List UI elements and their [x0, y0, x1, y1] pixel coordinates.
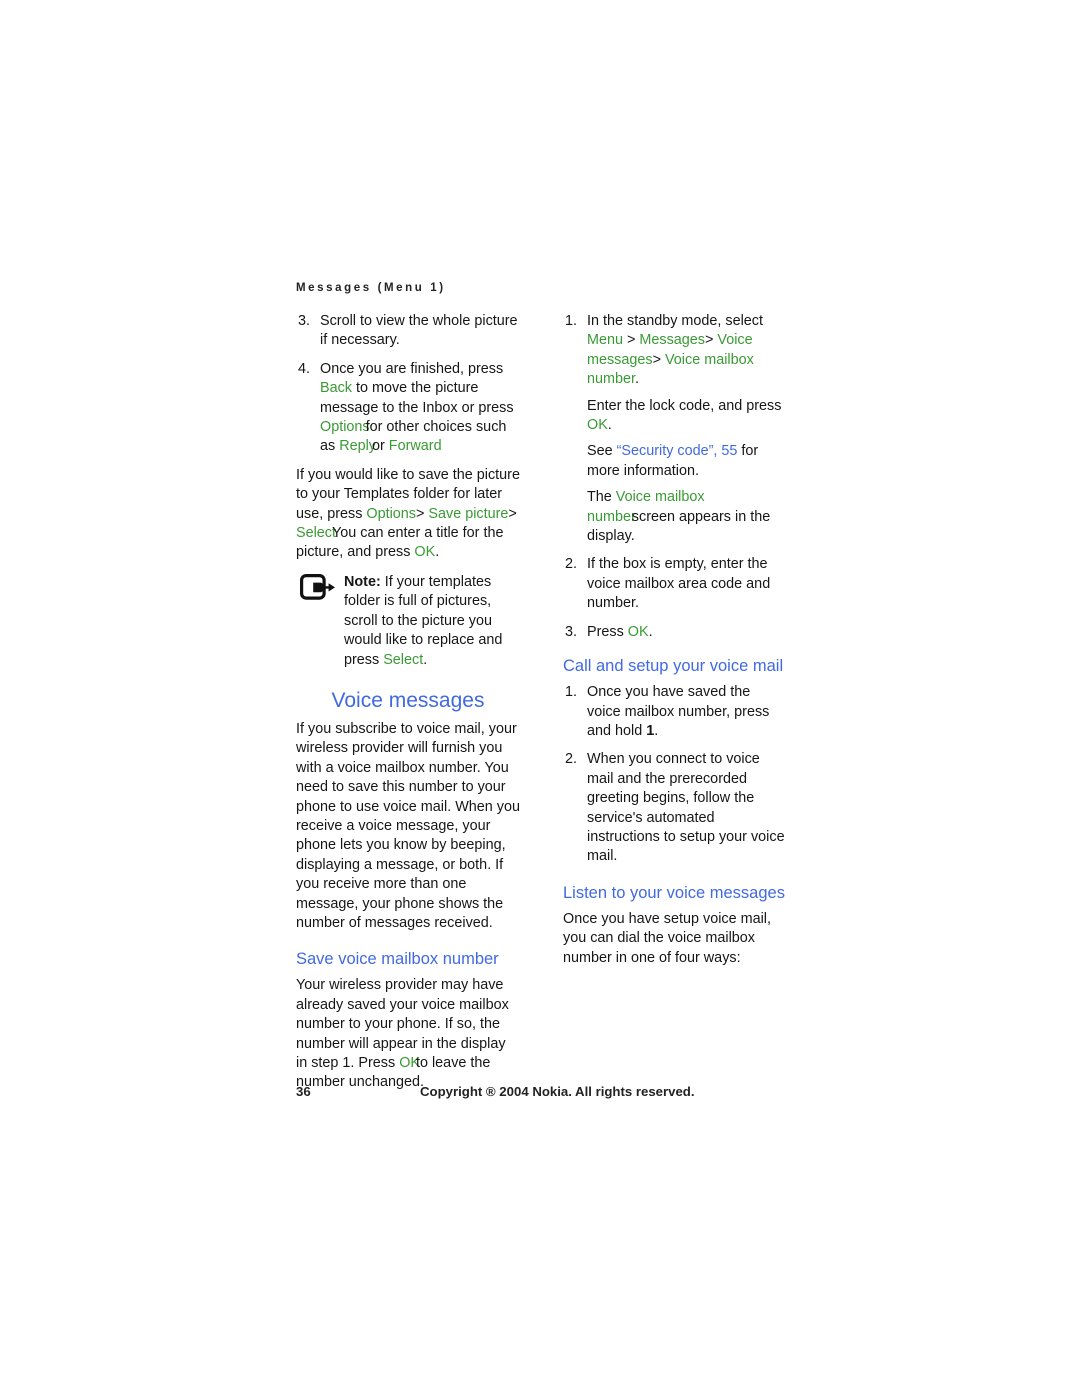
heading-listen-to-your-voice-messages: Listen to your voice messages [563, 883, 785, 902]
paragraph-save-picture: If you would like to save the picture to… [296, 466, 520, 563]
list-item: 2. If the box is empty, enter the voice … [563, 555, 787, 613]
text-run: Enter the lock code, and press [587, 397, 782, 414]
note-block: Note: If your templates folder is full o… [296, 573, 520, 670]
text-run: Scroll to view the whole picture if nece… [320, 313, 518, 349]
heading-voice-messages: Voice messages [331, 688, 485, 712]
ui-term: Forward [388, 438, 442, 455]
document-page: Messages (Menu 1) 3. Scroll to view the … [0, 0, 1080, 1397]
ui-term: Menu [587, 332, 623, 349]
cross-reference-link[interactable]: “Security code”, 55 [617, 443, 738, 459]
two-column-body: 3. Scroll to view the whole picture if n… [296, 312, 786, 1101]
list-item-subparagraph: The Voice mailbox numberscreen appears i… [587, 488, 787, 546]
text-run: Once you are finished, press [320, 360, 504, 377]
text-run: When you connect to voice mail and the p… [587, 751, 785, 865]
text-run: > [508, 505, 517, 522]
ui-term: Options [366, 505, 416, 522]
text-run: . [423, 651, 428, 668]
note-text: Note: If your templates folder is full o… [344, 574, 502, 668]
list-item: 3. Scroll to view the whole picture if n… [296, 312, 520, 351]
copyright-notice: Copyright ® 2004 Nokia. All rights reser… [420, 1084, 695, 1099]
ui-term: Back [320, 380, 352, 397]
text-run: Once you have saved the voice mailbox nu… [587, 684, 770, 739]
text-run: > [705, 332, 718, 349]
note-hand-pointer-icon [300, 573, 340, 600]
text-run: . [648, 623, 653, 640]
text-run: . [607, 417, 612, 434]
list-item-number: 3. [298, 313, 311, 329]
note-label: Note: [344, 573, 381, 590]
list-item-text: If the box is empty, enter the voice mai… [587, 556, 770, 611]
list-item-number: 1. [565, 684, 578, 701]
ui-term: Reply [339, 438, 376, 455]
text-run: > [416, 505, 429, 522]
list-item-text: Once you are finished, press Back to mov… [320, 361, 514, 455]
text-run: If the box is empty, enter the voice mai… [587, 556, 771, 612]
right-column: 1. In the standby mode, select Menu > Me… [563, 312, 787, 976]
paragraph-save-voice-mailbox: Your wireless provider may have already … [296, 976, 520, 1092]
ui-term: OK [587, 417, 608, 434]
ui-term: Select [296, 525, 336, 542]
paragraph-listen: Once you have setup voice mail, you can … [563, 910, 771, 966]
left-column: 3. Scroll to view the whole picture if n… [296, 312, 520, 1101]
list-item-text: In the standby mode, select Menu > Messa… [587, 313, 763, 387]
text-run: > [652, 351, 665, 368]
ui-term: OK [414, 544, 436, 561]
list-item-number: 2. [565, 556, 578, 573]
ui-term: Messages [639, 332, 705, 349]
paragraph-voice-messages: If you subscribe to voice mail, your wir… [296, 720, 520, 931]
running-header: Messages (Menu 1) [296, 282, 446, 294]
text-run: . [654, 722, 659, 739]
heading-save-voice-mailbox-number: Save voice mailbox number [296, 950, 499, 969]
list-item: 4. Once you are finished, press Back to … [296, 360, 520, 457]
heading-call-and-setup-your-voice-mail: Call and setup your voice mail [563, 657, 784, 676]
list-item-number: 4. [298, 360, 311, 377]
list-item-subparagraph: Enter the lock code, and press OK. [587, 397, 787, 436]
text-run: or [372, 438, 389, 455]
list-item-number: 3. [565, 623, 578, 640]
text-run: See [587, 443, 617, 460]
ui-term: Options [320, 419, 370, 436]
list-item-text: Press OK. [587, 624, 653, 640]
text-run: The [587, 489, 616, 506]
list-item-text: Once you have saved the voice mailbox nu… [587, 684, 769, 739]
list-item: 2. When you connect to voice mail and th… [563, 750, 787, 866]
text-run: . [435, 544, 440, 561]
list-item-text: When you connect to voice mail and the p… [587, 751, 785, 864]
text-run: In the standby mode, select [587, 313, 763, 329]
text-run: > [623, 332, 640, 349]
list-item: 1. In the standby mode, select Menu > Me… [563, 312, 787, 546]
list-item-number: 1. [565, 313, 578, 329]
list-item-text: Scroll to view the whole picture if nece… [320, 313, 518, 348]
text-run: . [635, 371, 639, 388]
ui-term: OK [627, 623, 649, 640]
ui-term: Save picture [428, 505, 509, 522]
list-item: 3. Press OK. [563, 623, 787, 642]
ui-term: Select [383, 651, 424, 668]
text-run: Press [587, 623, 628, 640]
call-setup-numbered-list: 1. Once you have saved the voice mailbox… [563, 683, 787, 867]
page-number: 36 [296, 1084, 311, 1099]
list-item-subparagraph: See “Security code”, 55 for more informa… [587, 442, 787, 481]
left-numbered-list: 3. Scroll to view the whole picture if n… [296, 312, 520, 457]
list-item-number: 2. [565, 751, 578, 768]
list-item: 1. Once you have saved the voice mailbox… [563, 683, 787, 741]
right-numbered-list: 1. In the standby mode, select Menu > Me… [563, 312, 787, 642]
